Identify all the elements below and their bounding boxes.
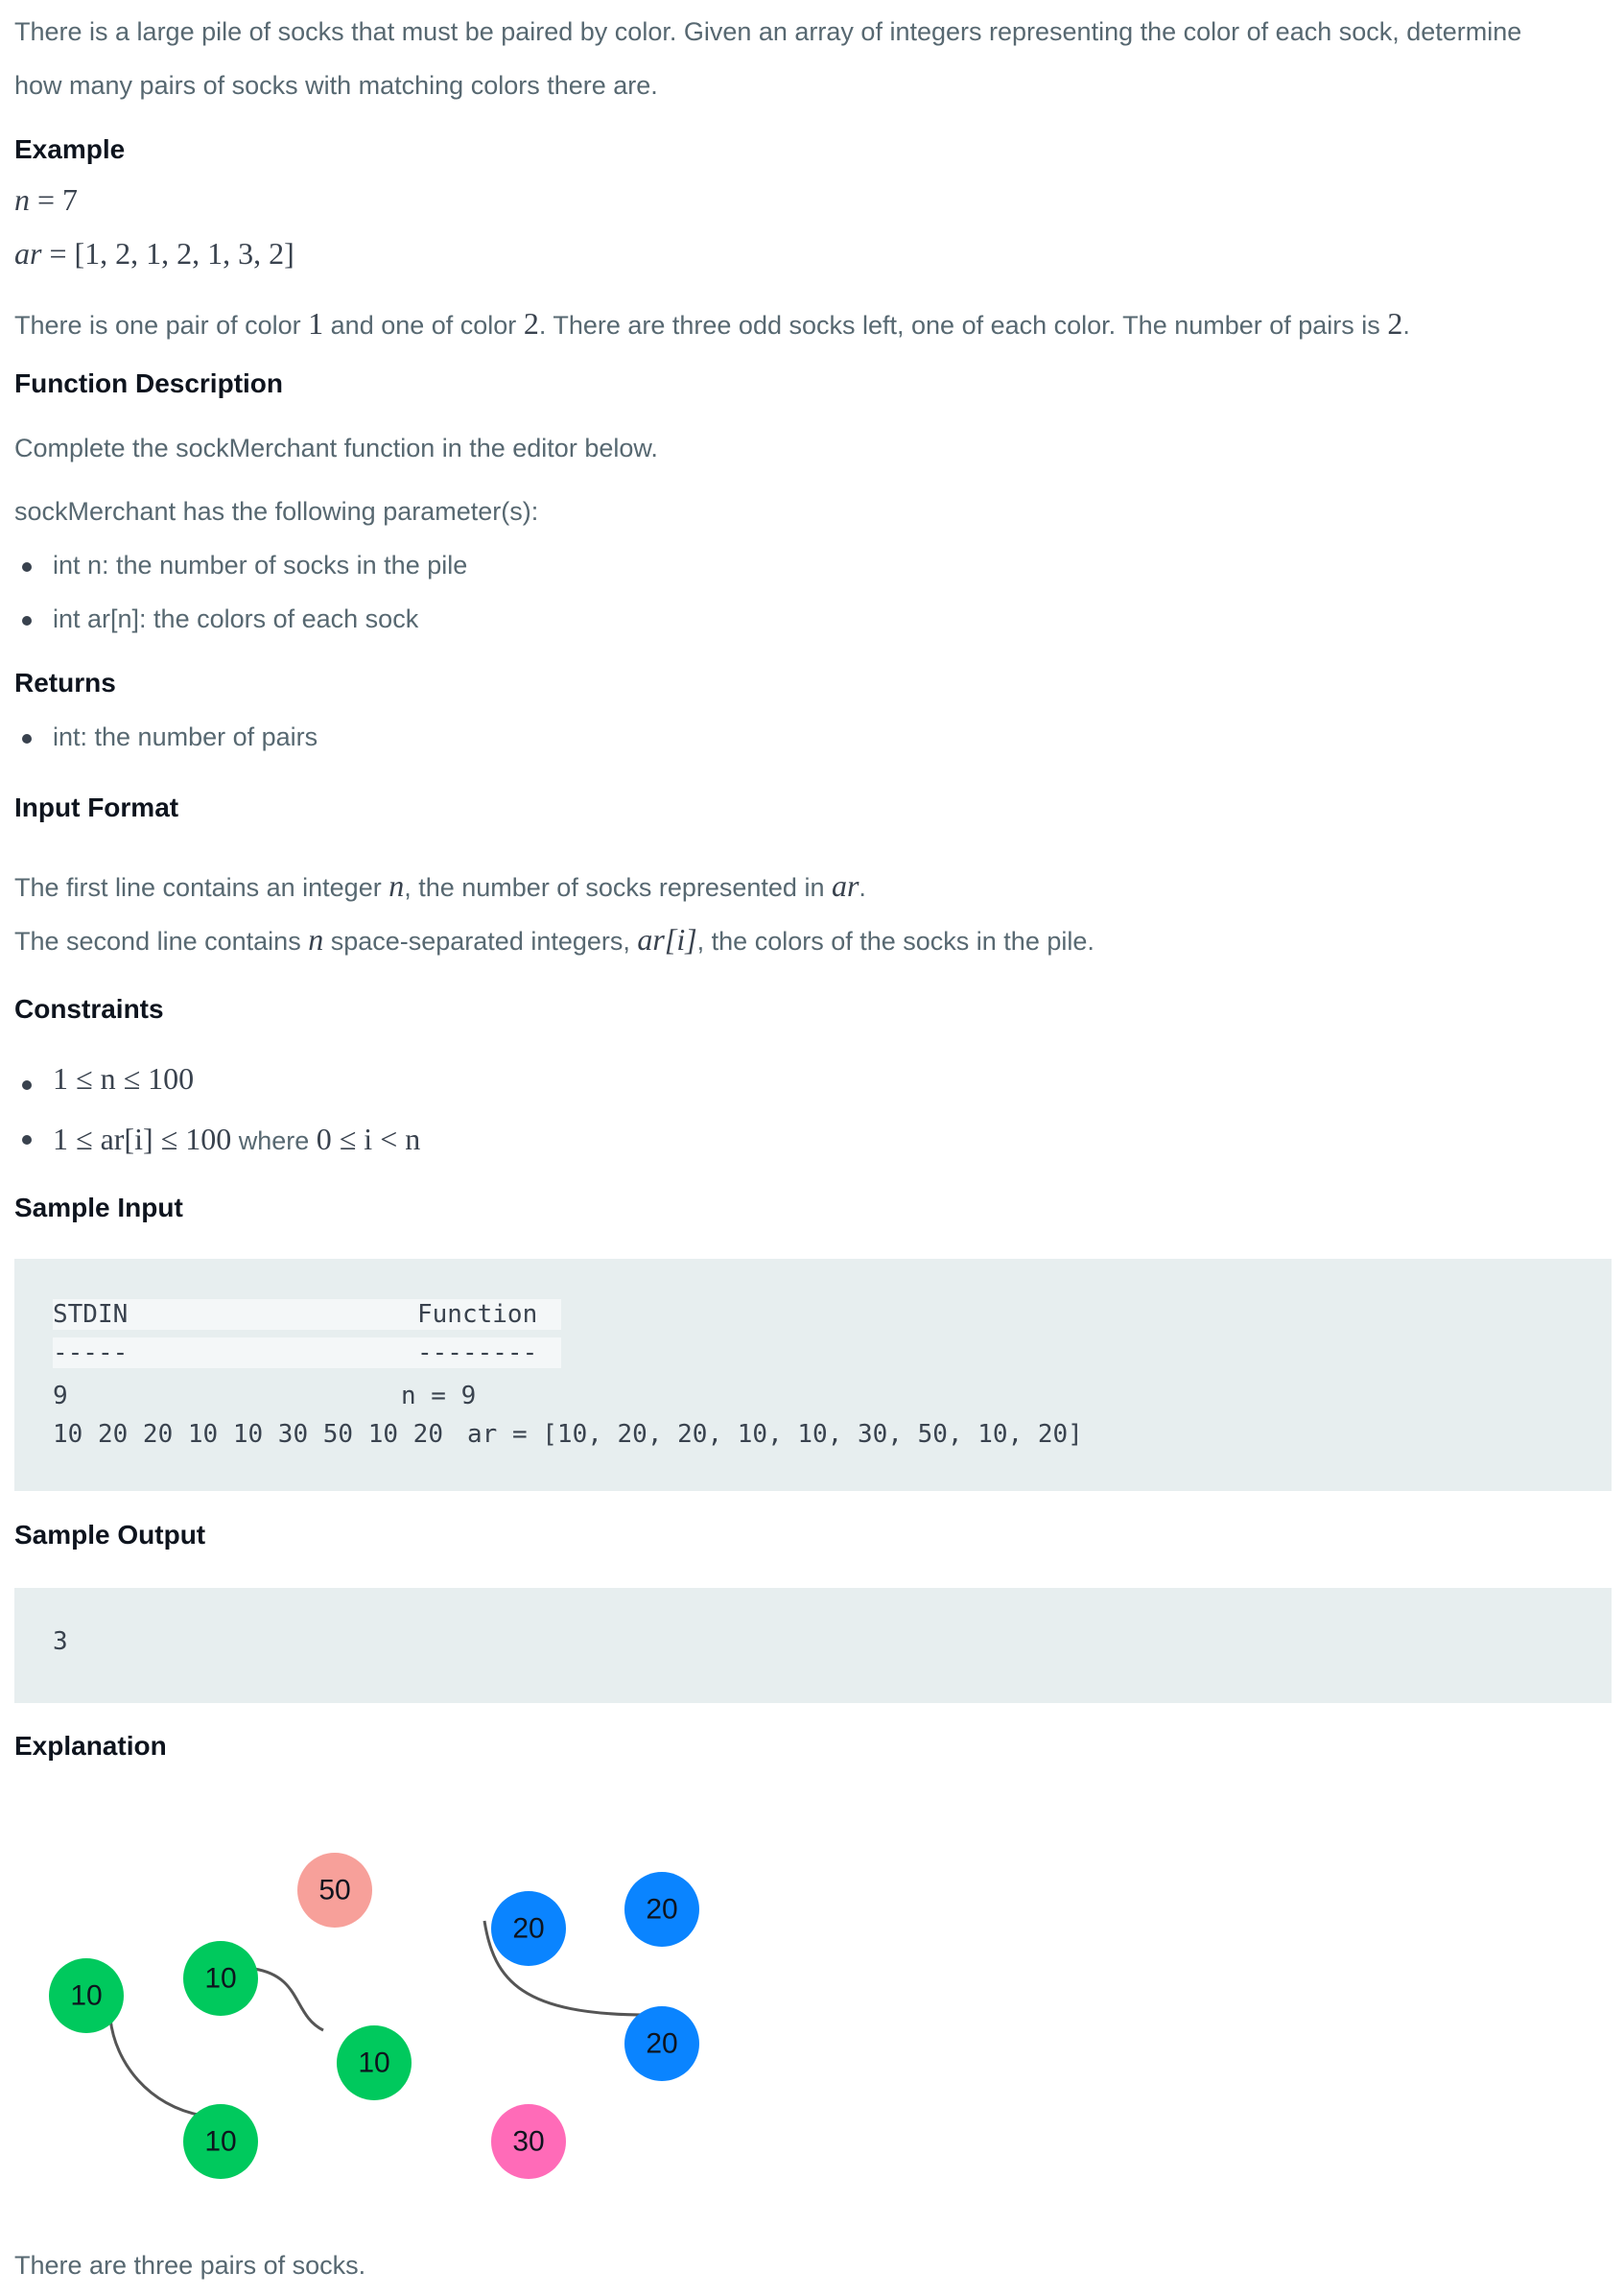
column-stdin: STDIN <box>53 1300 129 1329</box>
explanation-footer: There are three pairs of socks. <box>14 2251 366 2280</box>
text-part: , the number of socks represented in <box>404 873 832 902</box>
dash-stdin: ----- <box>53 1338 129 1367</box>
example-ar-value: = [1, 2, 1, 2, 1, 3, 2] <box>41 236 294 271</box>
bullet <box>22 734 32 744</box>
returns-heading: Returns <box>14 668 116 698</box>
math-value: 2 <box>1387 306 1403 341</box>
example-n: n = 7 <box>14 182 78 218</box>
function-description-complete: Complete the sockMerchant function in th… <box>14 434 658 462</box>
row2-function: ar = [10, 20, 20, 10, 10, 30, 50, 10, 20… <box>467 1420 1083 1449</box>
bullet <box>22 562 32 572</box>
input-format-heading: Input Format <box>14 793 179 822</box>
constraint-2: 1 ≤ ar[i] ≤ 100 where 0 ≤ i < n <box>53 1115 420 1164</box>
text-part: . <box>1402 311 1410 340</box>
constraints-heading: Constraints <box>14 994 164 1024</box>
sock-label: 10 <box>204 2126 236 2158</box>
example-n-var: n <box>14 182 30 217</box>
constraint-1: 1 ≤ n ≤ 100 <box>53 1061 195 1096</box>
sock-10: 10 <box>183 2104 258 2179</box>
input-format-line-2: The second line contains n space-separat… <box>14 915 1094 964</box>
return-item: int: the number of pairs <box>53 722 318 751</box>
text-part: , the colors of the socks in the pile. <box>696 927 1094 956</box>
sock-label: 10 <box>204 1963 236 1995</box>
example-explanation: There is one pair of color 1 and one of … <box>14 299 1410 348</box>
bullet <box>22 1135 32 1145</box>
sock-label: 20 <box>646 2028 677 2060</box>
sock-20: 20 <box>491 1891 566 1966</box>
sample-output-value: 3 <box>53 1627 68 1656</box>
math-expression: 0 ≤ i < n <box>316 1122 421 1156</box>
example-heading: Example <box>14 134 126 164</box>
function-description-heading: Function Description <box>14 368 283 398</box>
param-item: int n: the number of socks in the pile <box>53 551 468 580</box>
bullet <box>22 1080 32 1090</box>
problem-statement: There is a large pile of socks that must… <box>0 0 1624 2296</box>
sock-50: 50 <box>297 1853 372 1928</box>
pair-connector <box>108 2018 203 2118</box>
text-part: . There are three odd socks left, one of… <box>538 311 1388 340</box>
param-item: int ar[n]: the colors of each sock <box>53 604 419 633</box>
sock-20: 20 <box>624 2006 699 2081</box>
sock-label: 20 <box>646 1894 677 1926</box>
text-part: space-separated integers, <box>323 927 638 956</box>
sample-input-code-block: STDIN Function ----- -------- 9 n = 9 10… <box>14 1259 1612 1491</box>
math-var: n <box>308 922 324 957</box>
math-value: 1 <box>308 306 324 341</box>
math-value: 2 <box>523 306 539 341</box>
params-intro: sockMerchant has the following parameter… <box>14 497 539 526</box>
sock-label: 10 <box>70 1980 102 2012</box>
text-part: The second line contains <box>14 927 309 956</box>
sock-pairs-diagram: 50 20 20 10 10 20 10 10 30 <box>49 1853 699 2179</box>
text-part: There is one pair of color <box>14 311 309 340</box>
math-var: n <box>388 868 405 903</box>
sock-label: 50 <box>318 1875 350 1906</box>
row1-stdin: 9 <box>53 1382 68 1410</box>
explanation-heading: Explanation <box>14 1731 167 1761</box>
sock-label: 20 <box>512 1913 544 1945</box>
input-format-line-1: The first line contains an integer n, th… <box>14 862 866 911</box>
intro-line-2: how many pairs of socks with matching co… <box>14 71 658 100</box>
intro-line-1: There is a large pile of socks that must… <box>14 17 1522 46</box>
example-n-value: = 7 <box>30 182 79 217</box>
sock-20: 20 <box>624 1872 699 1947</box>
math-var: ar <box>831 868 859 903</box>
sock-10: 10 <box>337 2025 412 2100</box>
text-part: The first line contains an integer <box>14 873 389 902</box>
example-ar-var: ar <box>14 236 42 271</box>
text-part: . <box>859 873 866 902</box>
bullet <box>22 616 32 626</box>
row2-stdin: 10 20 20 10 10 30 50 10 20 <box>53 1420 443 1449</box>
sample-output-heading: Sample Output <box>14 1520 206 1550</box>
sock-10: 10 <box>49 1958 124 2033</box>
column-function: Function <box>417 1300 538 1329</box>
pair-connector <box>253 1967 324 2032</box>
sample-output-code-block: 3 <box>14 1588 1612 1703</box>
sample-input-heading: Sample Input <box>14 1193 183 1222</box>
dash-function: -------- <box>417 1338 538 1367</box>
math-expression: 1 ≤ ar[i] ≤ 100 <box>53 1122 232 1156</box>
text-part: and one of color <box>323 311 524 340</box>
text-part: where <box>231 1126 317 1155</box>
sock-label: 30 <box>512 2126 544 2158</box>
sock-label: 10 <box>358 2047 389 2079</box>
math-var: ar[i] <box>637 922 697 957</box>
sock-30: 30 <box>491 2104 566 2179</box>
example-ar: ar = [1, 2, 1, 2, 1, 3, 2] <box>14 236 294 272</box>
row1-function: n = 9 <box>401 1382 477 1410</box>
sock-10: 10 <box>183 1941 258 2016</box>
